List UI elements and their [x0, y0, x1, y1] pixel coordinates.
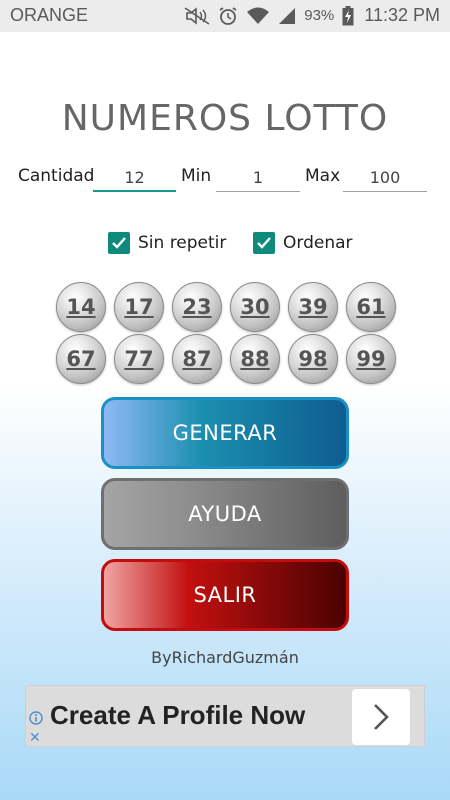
lotto-ball: 39 [288, 282, 338, 332]
ad-text[interactable]: Create A Profile Now [50, 700, 305, 731]
lotto-ball: 30 [230, 282, 280, 332]
lotto-ball: 87 [172, 334, 222, 384]
battery-charging-icon [342, 5, 354, 25]
ad-banner[interactable]: ✕ Create A Profile Now [25, 685, 425, 747]
ordenar-checkbox[interactable]: Ordenar [253, 232, 353, 254]
lotto-ball: 61 [346, 282, 396, 332]
lotto-ball: 23 [172, 282, 222, 332]
cantidad-input[interactable] [93, 164, 176, 192]
close-icon[interactable]: ✕ [29, 730, 41, 746]
status-icons: 93% 11:32 PM [184, 5, 440, 26]
page-title: NUMEROS LOTTO [61, 98, 389, 139]
signal-icon [279, 7, 296, 24]
ordenar-label: Ordenar [283, 233, 353, 253]
author-credit: ByRichardGuzmán [151, 648, 299, 667]
info-icon[interactable] [29, 711, 43, 725]
checkbox-checked-icon[interactable] [253, 232, 275, 254]
battery-percent: 93% [304, 7, 335, 24]
lotto-ball: 77 [114, 334, 164, 384]
ad-open-button[interactable] [352, 689, 410, 745]
lotto-ball: 99 [346, 334, 396, 384]
lotto-ball: 17 [114, 282, 164, 332]
min-input[interactable] [216, 164, 300, 192]
generar-button[interactable]: GENERAR [101, 397, 349, 469]
max-input[interactable] [343, 164, 427, 192]
sin-repetir-label: Sin repetir [138, 233, 227, 253]
checkbox-checked-icon[interactable] [108, 232, 130, 254]
status-bar: ORANGE 93% 11:32 PM [0, 0, 450, 32]
wifi-icon [247, 7, 270, 24]
salir-button[interactable]: SALIR [101, 559, 349, 631]
min-label: Min [181, 166, 212, 186]
lotto-ball: 67 [56, 334, 106, 384]
clock: 11:32 PM [364, 5, 440, 25]
carrier-name: ORANGE [10, 5, 89, 25]
cantidad-label: Cantidad [18, 166, 95, 186]
lotto-ball: 98 [288, 334, 338, 384]
max-label: Max [305, 166, 341, 186]
alarm-icon [219, 6, 237, 25]
ayuda-button[interactable]: AYUDA [101, 478, 349, 550]
lotto-ball: 14 [56, 282, 106, 332]
mute-icon [184, 6, 210, 25]
chevron-right-icon [374, 704, 389, 730]
lotto-ball: 88 [230, 334, 280, 384]
sin-repetir-checkbox[interactable]: Sin repetir [108, 232, 226, 254]
lotto-balls-grid: 14 17 23 30 39 61 67 77 87 88 98 99 [56, 282, 406, 384]
